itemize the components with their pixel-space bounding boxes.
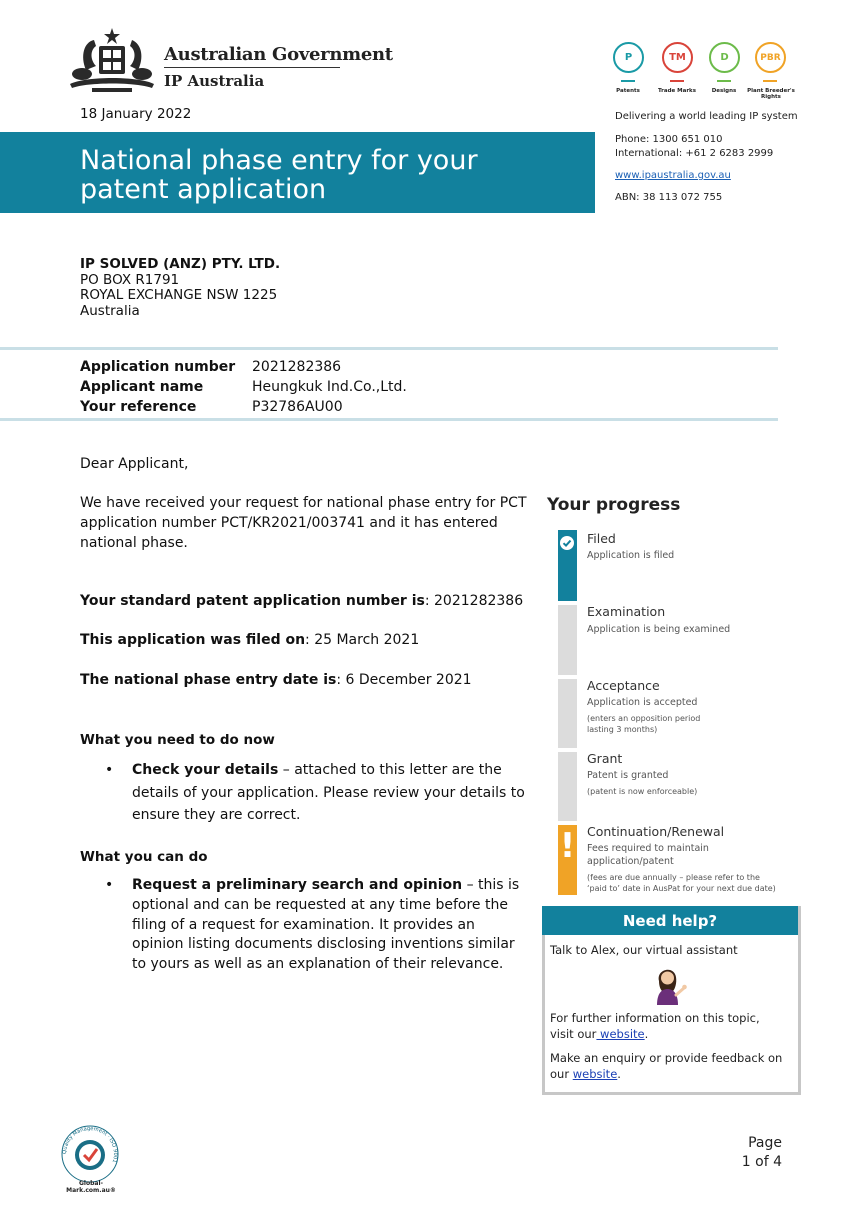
government-name: Australian Government <box>164 44 393 65</box>
step-examination-name: Examination <box>587 604 666 619</box>
designs-bar <box>717 80 731 82</box>
check-icon <box>560 536 574 550</box>
further-info: For further information on this topic, v… <box>550 1010 785 1042</box>
todo-list: Check your details – attached to this le… <box>80 759 530 827</box>
assistant-text: Talk to Alex, our virtual assistant <box>550 943 738 957</box>
step-renewal-note-2: ‘paid to’ date in AusPat for your next d… <box>587 884 776 893</box>
international-phone: International: +61 2 6283 2999 <box>615 148 774 159</box>
step-renewal-desc-1: Fees required to maintain <box>587 843 709 854</box>
todo-heading: What you need to do now <box>80 732 275 748</box>
step-acceptance-note-2: lasting 3 months) <box>587 725 658 734</box>
filed-date-label: This application was filed on <box>80 632 306 648</box>
step-acceptance-bar <box>558 679 577 748</box>
quality-certification-icon: Quality Management · ISO 9001 <box>61 1125 119 1183</box>
intro-paragraph: We have received your request for nation… <box>80 495 527 551</box>
further-info-text: For further information on this topic, v… <box>550 1011 760 1041</box>
step-renewal-name: Continuation/Renewal <box>587 824 725 839</box>
filed-date-line: This application was filed on: 25 March … <box>80 630 530 650</box>
npe-date-label: The national phase entry date is <box>80 672 337 688</box>
can-do-item: Request a preliminary search and opinion… <box>80 876 530 975</box>
step-acceptance-desc: Application is accepted <box>587 697 698 708</box>
abn: ABN: 38 113 072 755 <box>615 192 723 203</box>
recipient-address: IP SOLVED (ANZ) PTY. LTD. PO BOX R1791 R… <box>80 256 281 319</box>
npe-date-value: : 6 December 2021 <box>336 672 472 688</box>
plant-breeders-rights-label: Plant Breeder's Rights <box>747 88 795 100</box>
agency-name: IP Australia <box>164 72 265 90</box>
can-do-list: Request a preliminary search and opinion… <box>80 876 530 975</box>
logo-divider <box>164 67 340 68</box>
step-filed-name: Filed <box>587 531 616 546</box>
progress-title: Your progress <box>547 495 681 515</box>
can-do-item-bold: Request a preliminary search and opinion <box>132 877 463 893</box>
salutation: Dear Applicant, <box>80 456 189 472</box>
certification-label: Global-Mark.com.au® <box>66 1180 116 1194</box>
patents-icon: P <box>613 42 644 73</box>
step-grant-bar <box>558 752 577 821</box>
trade-marks-bar <box>670 80 684 82</box>
page-number: Page 1 of 4 <box>730 1134 782 1172</box>
website-link[interactable]: www.ipaustralia.gov.au <box>615 170 731 181</box>
phone: Phone: 1300 651 010 <box>615 134 723 145</box>
further-info-link[interactable]: website <box>596 1027 645 1041</box>
application-number: 2021282386 <box>252 359 342 375</box>
help-title: Need help? <box>542 906 798 935</box>
tagline: Delivering a world leading IP system <box>615 111 798 122</box>
enquiry-period: . <box>617 1067 621 1081</box>
divider-top <box>0 347 778 350</box>
step-acceptance-name: Acceptance <box>587 678 660 693</box>
step-grant-name: Grant <box>587 751 623 766</box>
application-details: Application number 2021282386 Applicant n… <box>80 357 407 417</box>
step-acceptance-note-1: (enters an opposition period <box>587 714 701 723</box>
can-do-heading: What you can do <box>80 849 208 865</box>
step-renewal-note-1: (fees are due annually – please refer to… <box>587 873 760 882</box>
todo-item: Check your details – attached to this le… <box>80 759 530 827</box>
todo-item-bold: Check your details <box>132 762 279 778</box>
step-grant-desc: Patent is granted <box>587 770 669 781</box>
applicant-name-label: Applicant name <box>80 379 204 395</box>
address-country: Australia <box>80 302 140 319</box>
coat-of-arms-icon <box>70 28 154 92</box>
reference-label: Your reference <box>80 399 197 415</box>
standard-number-value: : 2021282386 <box>424 593 524 609</box>
trade-marks-icon: TM <box>662 42 693 73</box>
designs-icon: D <box>709 42 740 73</box>
applicant-name: Heungkuk Ind.Co.,Ltd. <box>252 379 407 395</box>
website-link-wrap: www.ipaustralia.gov.au <box>615 170 731 181</box>
step-examination-bar <box>558 605 577 675</box>
standard-number-line: Your standard patent application number … <box>80 591 530 611</box>
recipient-company: IP SOLVED (ANZ) PTY. LTD. <box>80 256 281 272</box>
enquiry-link[interactable]: website <box>573 1067 618 1081</box>
step-renewal-desc-2: application/patent <box>587 856 674 867</box>
address-line-2: ROYAL EXCHANGE NSW 1225 <box>80 287 278 303</box>
filed-date-value: : 25 March 2021 <box>305 632 420 648</box>
reference: P32786AU00 <box>252 399 343 415</box>
step-filed-desc: Application is filed <box>587 550 675 561</box>
plant-breeders-rights-bar <box>763 80 777 82</box>
further-info-period: . <box>644 1027 649 1041</box>
exclamation-icon: ! <box>559 826 576 866</box>
page-label: Page <box>748 1135 782 1151</box>
address-line-1: PO BOX R1791 <box>80 271 180 288</box>
patents-bar <box>621 80 635 82</box>
npe-date-line: The national phase entry date is: 6 Dece… <box>80 670 530 690</box>
step-grant-note: (patent is now enforceable) <box>587 787 698 796</box>
page-of: 1 of 4 <box>741 1154 782 1170</box>
page-title: National phase entry for your patent app… <box>80 145 478 205</box>
plant-breeders-rights-icon: PBR <box>755 42 786 73</box>
virtual-assistant-avatar[interactable] <box>650 963 688 1005</box>
divider-bottom <box>0 418 778 421</box>
standard-number-label: Your standard patent application number … <box>80 593 425 609</box>
step-examination-desc: Application is being examined <box>587 624 731 635</box>
letter-date: 18 January 2022 <box>80 106 192 122</box>
application-number-label: Application number <box>80 359 236 375</box>
enquiry-info: Make an enquiry or provide feedback on o… <box>550 1050 785 1082</box>
